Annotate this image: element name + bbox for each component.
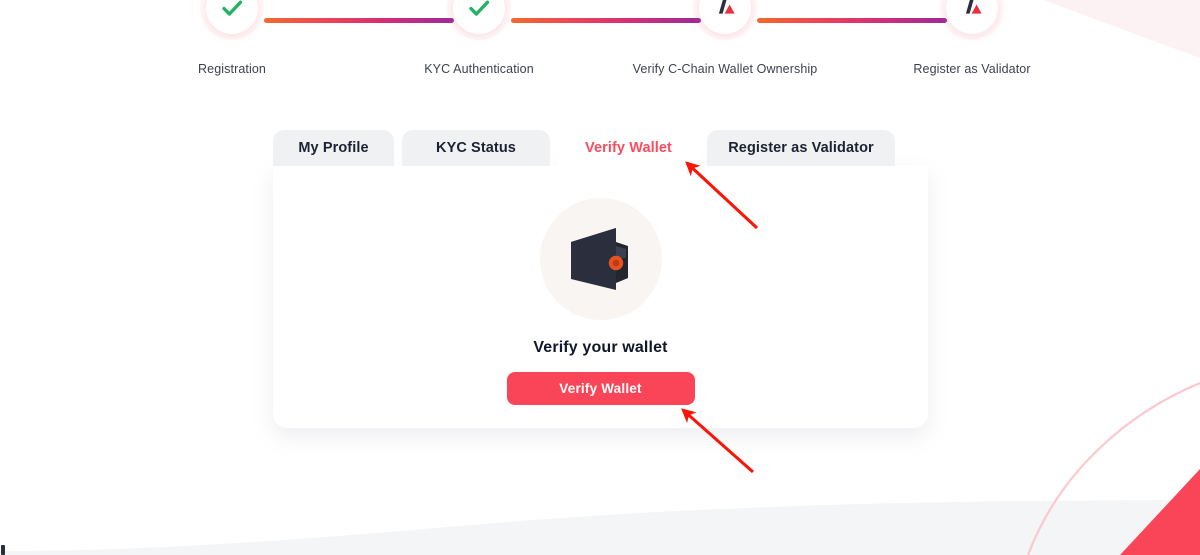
tab-label: My Profile [298, 140, 369, 156]
connector-1-2 [264, 18, 454, 23]
tab-label: Register as Validator [728, 140, 874, 156]
connector-2-3 [511, 18, 701, 23]
wallet-icon [570, 228, 628, 290]
bottom-right-red-wedge [1120, 469, 1200, 555]
avalanche-logo-icon [718, 0, 735, 14]
step-label-3: Verify C-Chain Wallet Ownership [632, 62, 818, 76]
tab-verify-wallet[interactable]: Verify Wallet [558, 130, 699, 166]
bottom-left-marker [1, 545, 5, 555]
tab-my-profile[interactable]: My Profile [273, 130, 394, 166]
check-icon [469, 0, 490, 16]
tab-bar: My Profile KYC Status Verify Wallet Regi… [273, 130, 928, 166]
bottom-right-pink-arc [1026, 381, 1200, 555]
tab-label: Verify Wallet [585, 140, 672, 156]
tab-divider [394, 130, 402, 166]
tab-kyc-status[interactable]: KYC Status [402, 130, 550, 166]
step-label-2: KYC Authentication [424, 62, 534, 76]
connector-3-4 [757, 18, 947, 23]
step-label-1: Registration [198, 62, 266, 76]
verify-wallet-button[interactable]: Verify Wallet [506, 372, 695, 405]
avalanche-logo-icon [965, 0, 982, 14]
step-circle-1 [206, 0, 258, 34]
verify-wallet-card: Verify your wallet Verify Wallet [273, 165, 928, 428]
tab-divider [699, 130, 707, 166]
wallet-illustration-halo [539, 198, 662, 320]
tab-divider [550, 130, 558, 166]
step-circle-2 [453, 0, 505, 34]
check-icon [222, 0, 243, 16]
step-label-4: Register as Validator [913, 62, 1031, 76]
step-circle-3 [699, 0, 751, 34]
card-title: Verify your wallet [533, 339, 668, 356]
step-circle-4 [946, 0, 998, 34]
progress-stepper: Registration KYC Authentication Verify C… [0, 0, 1200, 92]
tab-label: KYC Status [436, 140, 516, 156]
bottom-grey-curve [0, 500, 1200, 555]
tab-register-as-validator[interactable]: Register as Validator [707, 130, 895, 166]
